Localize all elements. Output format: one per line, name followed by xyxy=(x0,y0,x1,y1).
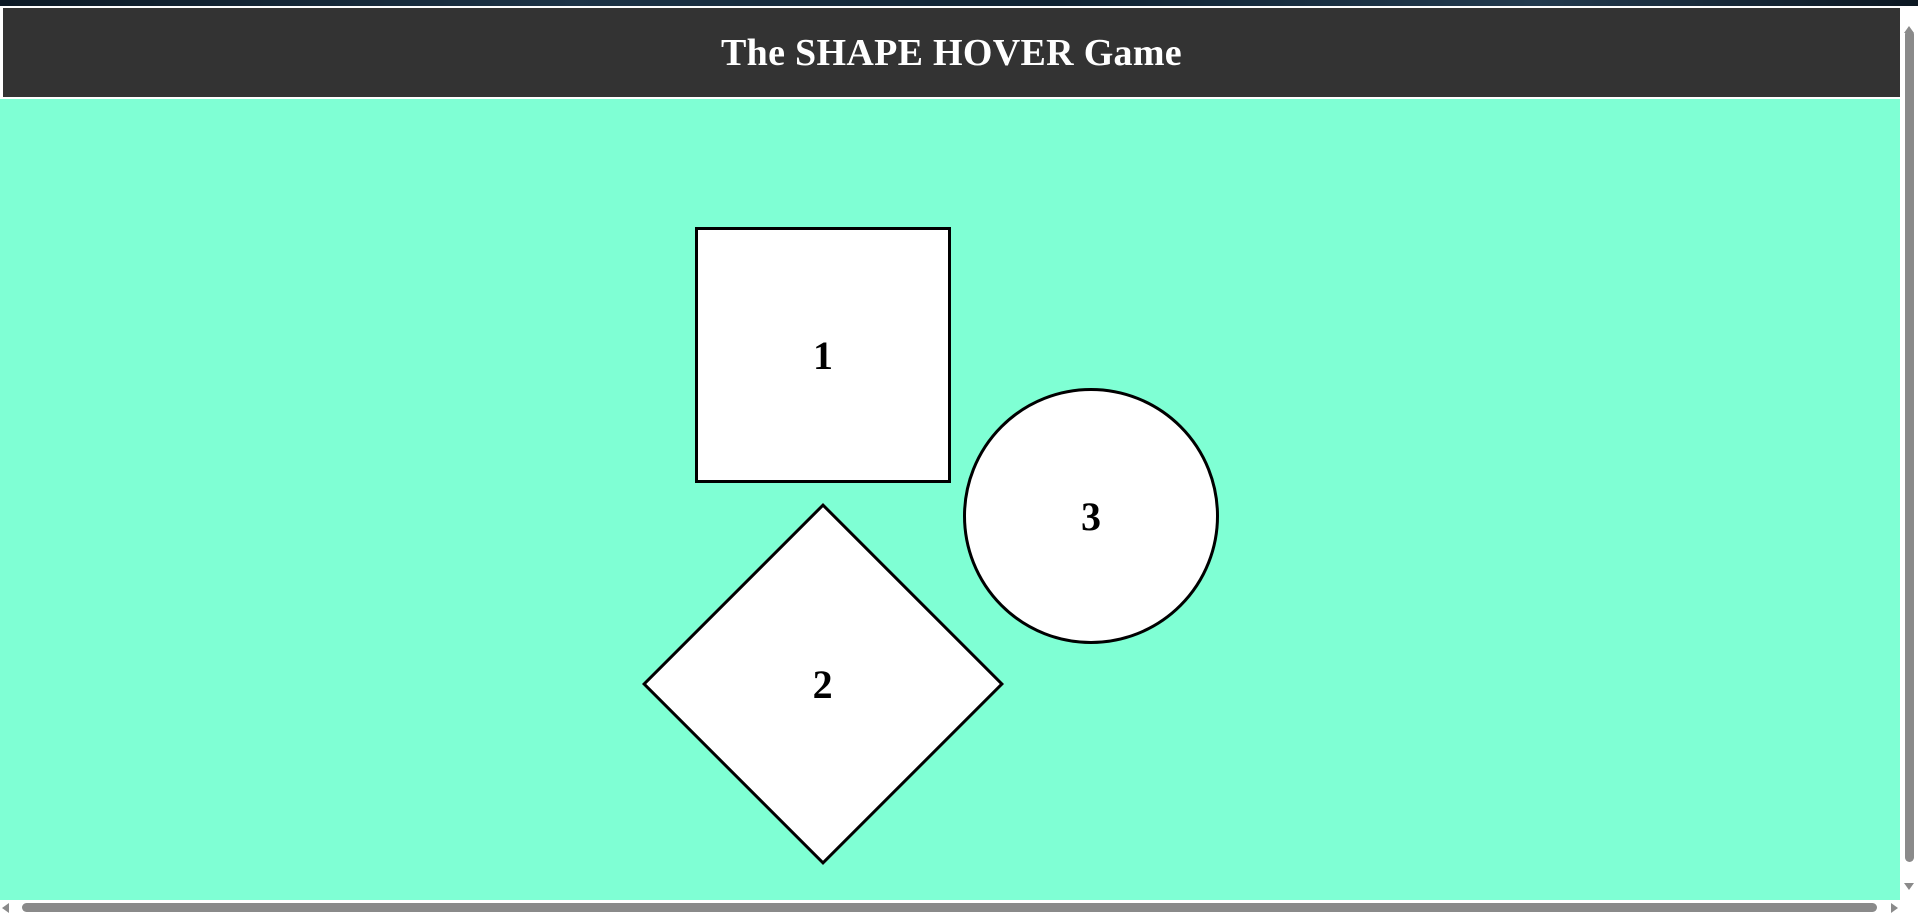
horizontal-scroll-thumb[interactable] xyxy=(22,903,1877,912)
scroll-left-arrow-icon[interactable] xyxy=(2,903,9,913)
page-title: The SHAPE HOVER Game xyxy=(721,31,1182,74)
horizontal-scrollbar[interactable] xyxy=(0,900,1900,916)
scroll-right-arrow-icon[interactable] xyxy=(1891,903,1898,913)
game-area: 1 2 3 xyxy=(0,99,1900,900)
shape-diamond-container: 2 xyxy=(641,502,1005,866)
shape-circle-label: 3 xyxy=(1081,493,1101,539)
vertical-scrollbar[interactable] xyxy=(1900,6,1918,900)
scroll-down-arrow-icon[interactable] xyxy=(1904,883,1914,890)
shape-square[interactable]: 1 xyxy=(695,227,951,483)
game-page: The SHAPE HOVER Game 1 2 3 xyxy=(0,6,1900,900)
vertical-scroll-thumb[interactable] xyxy=(1905,30,1914,862)
shape-square-label: 1 xyxy=(813,332,833,378)
shape-diamond-label: 2 xyxy=(813,661,833,707)
header-bar: The SHAPE HOVER Game xyxy=(3,8,1900,97)
shape-diamond[interactable]: 2 xyxy=(641,502,1005,866)
scrollbar-corner xyxy=(1900,900,1918,916)
shape-circle[interactable]: 3 xyxy=(963,388,1219,644)
